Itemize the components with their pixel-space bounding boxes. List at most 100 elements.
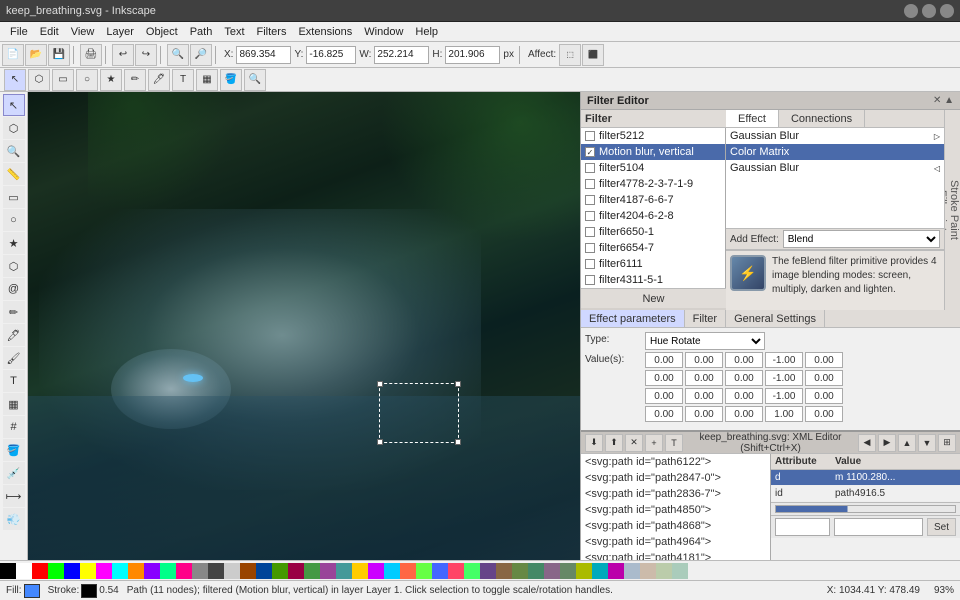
xml-node-6[interactable]: <svg:path id="path4181">	[581, 550, 770, 560]
m0-0[interactable]	[645, 352, 683, 368]
xml-btn-indent[interactable]: ⊞	[938, 434, 956, 452]
menu-filters[interactable]: Filters	[251, 25, 293, 39]
y-input[interactable]: -16.825	[306, 46, 356, 64]
tool-pen[interactable]: 🖊	[148, 69, 170, 91]
palette-color[interactable]	[592, 563, 608, 579]
toolbox-eyedrop[interactable]: 💉	[3, 462, 25, 484]
xml-btn-del[interactable]: ✕	[625, 434, 643, 452]
palette-color[interactable]	[160, 563, 176, 579]
palette-color[interactable]	[96, 563, 112, 579]
m1-2[interactable]	[725, 370, 763, 386]
m0-3[interactable]	[765, 352, 803, 368]
xml-attr-row-0[interactable]: d m 1100.280...	[771, 470, 960, 486]
tool-fill[interactable]: 🪣	[220, 69, 242, 91]
tool-node[interactable]: ⬡	[28, 69, 50, 91]
tool-gradient[interactable]: ▦	[196, 69, 218, 91]
m2-1[interactable]	[685, 388, 723, 404]
toolbox-measure[interactable]: 📏	[3, 163, 25, 185]
palette-color[interactable]	[512, 563, 528, 579]
palette-color[interactable]	[480, 563, 496, 579]
palette-color[interactable]	[656, 563, 672, 579]
palette-color[interactable]	[288, 563, 304, 579]
minimize-button[interactable]	[904, 4, 918, 18]
toolbox-zoom[interactable]: 🔍	[3, 140, 25, 162]
toolbox-star[interactable]: ★	[3, 232, 25, 254]
affect-btn1[interactable]: ⬚	[559, 44, 581, 66]
menu-layer[interactable]: Layer	[100, 25, 140, 39]
handle-br[interactable]	[455, 439, 461, 445]
effect-item-2[interactable]: Gaussian Blur ◁	[726, 160, 944, 176]
filter-item-3[interactable]: filter4778-2-3-7-1-9	[581, 176, 725, 192]
tool-zoom-in[interactable]: 🔍	[167, 44, 189, 66]
palette-color[interactable]	[32, 563, 48, 579]
palette-color[interactable]	[256, 563, 272, 579]
toolbox-connector[interactable]: ⟼	[3, 485, 25, 507]
palette-color[interactable]	[416, 563, 432, 579]
palette-color[interactable]	[208, 563, 224, 579]
tool-zoom[interactable]: 🔍	[244, 69, 266, 91]
xml-btn-dup[interactable]: ⬆	[605, 434, 623, 452]
palette-color[interactable]	[144, 563, 160, 579]
palette-color[interactable]	[624, 563, 640, 579]
palette-color[interactable]	[560, 563, 576, 579]
new-filter-button[interactable]: New	[581, 288, 726, 308]
palette-color[interactable]	[400, 563, 416, 579]
palette-color[interactable]	[176, 563, 192, 579]
toolbox-spray[interactable]: 💨	[3, 508, 25, 530]
toolbox-select[interactable]: ↖	[3, 94, 25, 116]
xml-node-4[interactable]: <svg:path id="path4868">	[581, 518, 770, 534]
tool-new[interactable]: 📄	[2, 44, 24, 66]
h-input[interactable]: 201.906	[445, 46, 500, 64]
palette-color[interactable]	[48, 563, 64, 579]
fill-color-swatch[interactable]	[24, 584, 40, 598]
xml-btn-new-elem[interactable]: +	[645, 434, 663, 452]
tool-open[interactable]: 📂	[25, 44, 47, 66]
filter-check-7[interactable]	[585, 243, 595, 253]
menu-edit[interactable]: Edit	[34, 25, 65, 39]
toolbox-circle[interactable]: ○	[3, 209, 25, 231]
toolbox-fill[interactable]: 🪣	[3, 439, 25, 461]
m3-4[interactable]	[805, 406, 843, 422]
affect-btn2[interactable]: ⬛	[582, 44, 604, 66]
effect-item-1[interactable]: Color Matrix	[726, 144, 944, 160]
filter-editor-close[interactable]: ✕ ▲	[933, 95, 954, 106]
xml-node-0[interactable]: <svg:path id="path6122">	[581, 454, 770, 470]
tab-effect[interactable]: Effect	[726, 110, 779, 127]
tool-save[interactable]: 💾	[48, 44, 70, 66]
m3-3[interactable]	[765, 406, 803, 422]
filter-check-2[interactable]	[585, 163, 595, 173]
m2-0[interactable]	[645, 388, 683, 404]
filter-item-5[interactable]: filter4204-6-2-8	[581, 208, 725, 224]
m1-1[interactable]	[685, 370, 723, 386]
x-input[interactable]: 869.354	[236, 46, 291, 64]
xml-node-1[interactable]: <svg:path id="path2847-0">	[581, 470, 770, 486]
xml-btn-up[interactable]: ▲	[898, 434, 916, 452]
menu-extensions[interactable]: Extensions	[292, 25, 358, 39]
m0-1[interactable]	[685, 352, 723, 368]
menu-view[interactable]: View	[65, 25, 101, 39]
toolbox-3d[interactable]: ⬡	[3, 255, 25, 277]
palette-color[interactable]	[0, 563, 16, 579]
xml-node-5[interactable]: <svg:path id="path4964">	[581, 534, 770, 550]
tab-effect-params[interactable]: Effect parameters	[581, 310, 685, 327]
handle-bl[interactable]	[377, 439, 383, 445]
type-select[interactable]: Hue Rotate Saturate LuminanceToAlpha Mat…	[645, 332, 765, 350]
attr-name-input[interactable]	[775, 518, 830, 536]
toolbox-gradient[interactable]: ▦	[3, 393, 25, 415]
palette-color[interactable]	[352, 563, 368, 579]
palette-color[interactable]	[336, 563, 352, 579]
filter-item-4[interactable]: filter4187-6-6-7	[581, 192, 725, 208]
tool-print[interactable]: 🖨	[80, 44, 102, 66]
filter-check-9[interactable]	[585, 275, 595, 285]
stroke-color-swatch[interactable]	[81, 584, 97, 598]
filter-item-0[interactable]: filter5212	[581, 128, 725, 144]
palette-color[interactable]	[192, 563, 208, 579]
tool-pencil[interactable]: ✏	[124, 69, 146, 91]
xml-node-2[interactable]: <svg:path id="path2836-7">	[581, 486, 770, 502]
palette-color[interactable]	[672, 563, 688, 579]
xml-attr-row-1[interactable]: id path4916.5	[771, 486, 960, 502]
attr-save-button[interactable]: Set	[927, 518, 956, 536]
tool-undo[interactable]: ↩	[112, 44, 134, 66]
palette-color[interactable]	[608, 563, 624, 579]
add-effect-select[interactable]: Blend Color Matrix Gaussian Blur Composi…	[783, 230, 940, 248]
